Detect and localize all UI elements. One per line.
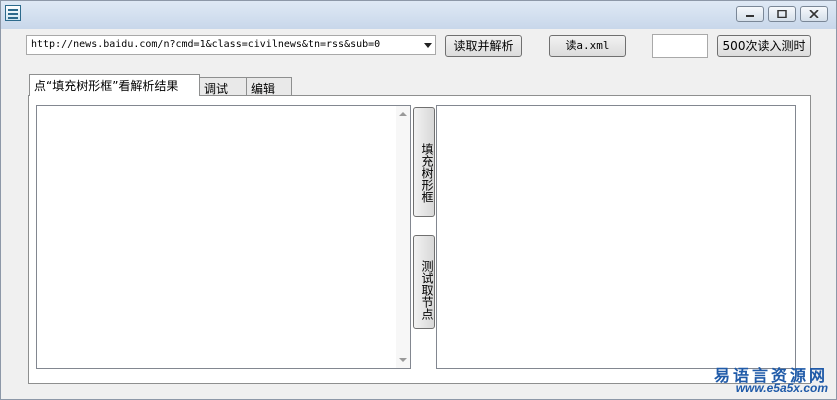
fill-tree-button[interactable]: 填充树形框 [413, 107, 435, 217]
close-button[interactable] [800, 6, 828, 22]
url-combobox[interactable]: http://news.baidu.com/n?cmd=1&class=civi… [26, 35, 436, 55]
maximize-icon [777, 10, 787, 18]
tab-edit[interactable]: 编辑 [246, 77, 292, 96]
scroll-up-icon[interactable] [399, 112, 407, 116]
vertical-scrollbar[interactable] [396, 106, 410, 368]
minimize-button[interactable] [736, 6, 764, 22]
read-parse-button[interactable]: 读取并解析 [445, 35, 522, 57]
close-icon [809, 10, 819, 18]
title-bar[interactable] [1, 1, 836, 29]
tab-debug[interactable]: 调试 [199, 77, 247, 96]
chevron-down-icon[interactable] [424, 43, 432, 48]
tree-view[interactable] [36, 105, 411, 369]
maximize-button[interactable] [768, 6, 796, 22]
tab-parse-result[interactable]: 点“填充树形框”看解析结果 [29, 74, 200, 96]
test-node-button[interactable]: 测试取节点 [413, 235, 435, 329]
read-xml-button[interactable]: 读a.xml [549, 35, 626, 57]
scroll-down-icon[interactable] [399, 358, 407, 362]
app-icon [5, 5, 21, 21]
watermark-url: www.e5a5x.com [735, 381, 828, 395]
url-combobox-value: http://news.baidu.com/n?cmd=1&class=civi… [31, 39, 381, 50]
main-window: http://news.baidu.com/n?cmd=1&class=civi… [0, 0, 837, 400]
minimize-icon [746, 15, 754, 17]
result-text-area[interactable] [436, 105, 796, 369]
timing-button[interactable]: 500次读入测时 [717, 35, 811, 57]
count-input[interactable] [652, 34, 708, 58]
